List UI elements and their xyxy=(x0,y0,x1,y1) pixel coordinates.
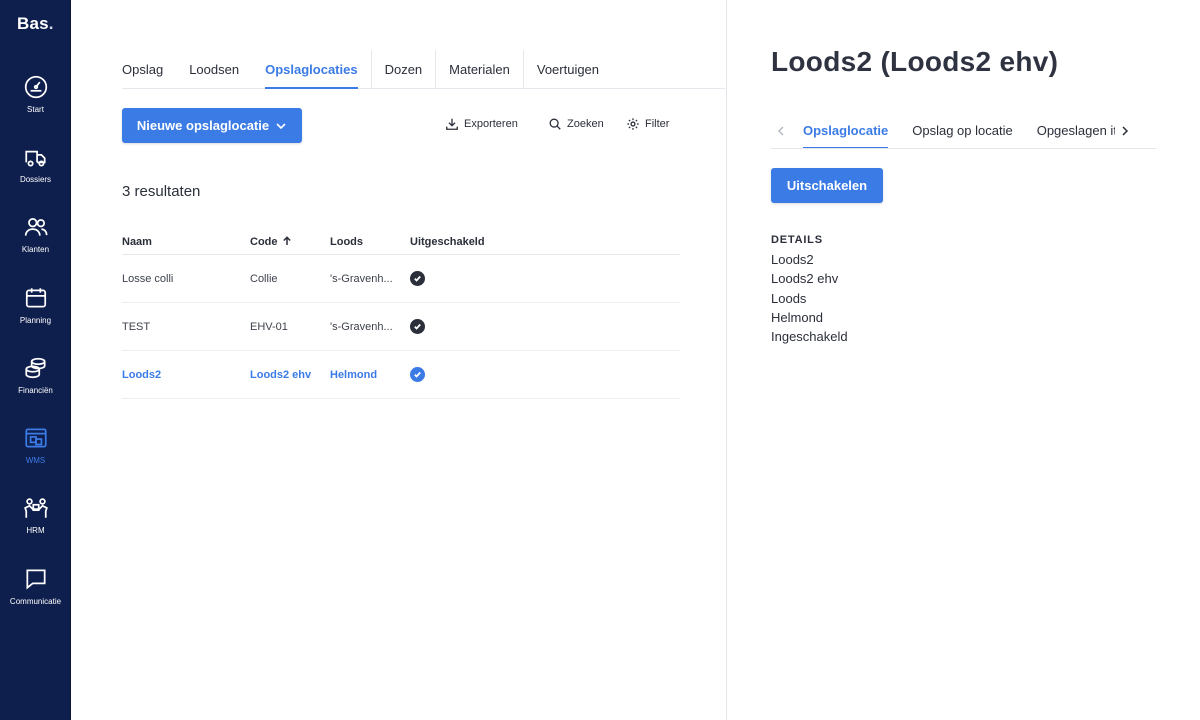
header-code[interactable]: Code xyxy=(250,230,330,254)
cell-naam: Loods2 xyxy=(122,368,162,381)
tabs-scroll-right-button[interactable] xyxy=(1115,125,1135,136)
cell-loods: Helmond xyxy=(330,368,378,381)
cell-loods: 's-Gravenh... xyxy=(330,320,393,333)
app-logo[interactable]: Bas. xyxy=(17,14,54,34)
tab-opslaglocaties[interactable]: Opslaglocaties xyxy=(252,50,370,89)
detail-tabs: Opslaglocatie Opslag op locatie Opgeslag… xyxy=(771,113,1156,149)
cell-code: Collie xyxy=(250,272,278,285)
results-count: 3 resultaten xyxy=(122,183,201,200)
main-content: Opslag Loodsen Opslaglocaties Dozen Mate… xyxy=(72,0,725,720)
gear-icon xyxy=(627,118,639,130)
chevron-right-icon xyxy=(1122,125,1128,136)
cell-uitgeschakeld xyxy=(410,319,560,334)
nav-label-wms: WMS xyxy=(25,456,46,465)
tab-dozen[interactable]: Dozen xyxy=(370,50,436,88)
calendar-icon xyxy=(25,288,46,308)
header-naam[interactable]: Naam xyxy=(122,230,250,254)
nav-item-start[interactable]: Start xyxy=(0,74,71,134)
sort-up-icon xyxy=(282,231,292,245)
nav-item-dossiers[interactable]: Dossiers xyxy=(0,144,71,204)
nav-label-dossiers: Dossiers xyxy=(19,175,52,184)
cell-naam: Losse colli xyxy=(122,272,174,285)
cell-code: Loods2 ehv xyxy=(250,368,312,381)
filter-button[interactable]: Filter xyxy=(626,117,669,131)
chevron-down-icon xyxy=(276,122,286,129)
details-heading: DETAILS xyxy=(771,234,823,246)
nav-item-hrm[interactable]: HRM xyxy=(0,495,71,555)
locations-table: Naam Code Loods Uitgeschakeld Losse coll… xyxy=(122,230,680,399)
detail-tab-opslaglocatie[interactable]: Opslaglocatie xyxy=(791,114,900,148)
nav-item-wms[interactable]: WMS xyxy=(0,425,71,485)
header-uitgeschakeld[interactable]: Uitgeschakeld xyxy=(410,230,560,254)
warehouse-icon xyxy=(24,428,47,448)
check-circle-icon xyxy=(410,271,425,286)
users-icon xyxy=(24,218,47,236)
detail-type: Loods xyxy=(771,290,807,306)
nav-item-klanten[interactable]: Klanten xyxy=(0,214,71,274)
table-header: Naam Code Loods Uitgeschakeld xyxy=(122,230,680,255)
detail-code: Loods2 ehv xyxy=(771,271,839,287)
cell-uitgeschakeld xyxy=(410,367,560,382)
header-loods[interactable]: Loods xyxy=(330,230,410,254)
detail-status: Ingeschakeld xyxy=(771,329,848,345)
chat-icon xyxy=(25,569,46,590)
cell-code: EHV-01 xyxy=(250,320,288,333)
nav-item-planning[interactable]: Planning xyxy=(0,285,71,345)
tab-opslag[interactable]: Opslag xyxy=(122,50,176,88)
cell-loods: 's-Gravenh... xyxy=(330,272,393,285)
filter-label: Filter xyxy=(645,118,670,130)
tabs-scroll-left-button[interactable] xyxy=(771,125,791,136)
export-button[interactable]: Exporteren xyxy=(445,117,518,131)
gauge-icon xyxy=(24,75,47,99)
check-circle-icon xyxy=(410,319,425,334)
detail-tab-opgeslagen-items[interactable]: Opgeslagen it xyxy=(1025,114,1115,148)
check-circle-icon xyxy=(410,367,425,382)
table-row-selected[interactable]: Loods2 Loods2 ehv Helmond xyxy=(122,351,680,399)
nav-label-planning: Planning xyxy=(19,316,52,325)
tab-loodsen[interactable]: Loodsen xyxy=(176,50,252,88)
coins-icon xyxy=(24,357,46,379)
new-storage-location-button[interactable]: Nieuwe opslaglocatie xyxy=(122,108,302,143)
table-row[interactable]: TEST EHV-01 's-Gravenh... xyxy=(122,303,680,351)
tab-voertuigen[interactable]: Voertuigen xyxy=(522,50,612,88)
nav-label-financien: Financiën xyxy=(18,386,53,395)
nav-label-hrm: HRM xyxy=(26,526,45,535)
nav-label-communicatie: Communicatie xyxy=(9,597,62,606)
export-label: Exporteren xyxy=(464,118,518,130)
cell-uitgeschakeld xyxy=(410,271,560,286)
truck-icon xyxy=(24,150,46,167)
search-label: Zoeken xyxy=(567,118,604,130)
search-icon xyxy=(549,118,561,130)
sidebar: Bas. Start Dossiers Klanten Planning Fin… xyxy=(0,0,71,720)
detail-naam: Loods2 xyxy=(771,252,814,267)
details-list: Loods2 Loods2 ehv Loods Helmond Ingescha… xyxy=(771,250,848,346)
new-button-label: Nieuwe opslaglocatie xyxy=(136,118,270,133)
nav-label-klanten: Klanten xyxy=(21,245,50,254)
nav-label-start: Start xyxy=(27,105,44,114)
table-row[interactable]: Losse colli Collie 's-Gravenh... xyxy=(122,255,680,303)
chevron-left-icon xyxy=(777,125,784,136)
disable-button[interactable]: Uitschakelen xyxy=(771,168,883,203)
detail-loods: Helmond xyxy=(771,309,824,325)
detail-panel: Loods2 (Loods2 ehv) Opslaglocatie Opslag… xyxy=(727,0,1200,720)
nav-item-financien[interactable]: Financiën xyxy=(0,355,71,415)
team-icon xyxy=(23,498,48,518)
search-button[interactable]: Zoeken xyxy=(548,117,604,131)
detail-title: Loods2 (Loods2 ehv) xyxy=(771,46,1059,77)
main-tabs: Opslag Loodsen Opslaglocaties Dozen Mate… xyxy=(122,50,725,89)
cell-naam: TEST xyxy=(122,320,151,333)
nav-item-communicatie[interactable]: Communicatie xyxy=(0,566,71,626)
detail-tab-opslag-op-locatie[interactable]: Opslag op locatie xyxy=(900,114,1024,148)
download-icon xyxy=(446,118,458,130)
tab-materialen[interactable]: Materialen xyxy=(435,50,523,88)
